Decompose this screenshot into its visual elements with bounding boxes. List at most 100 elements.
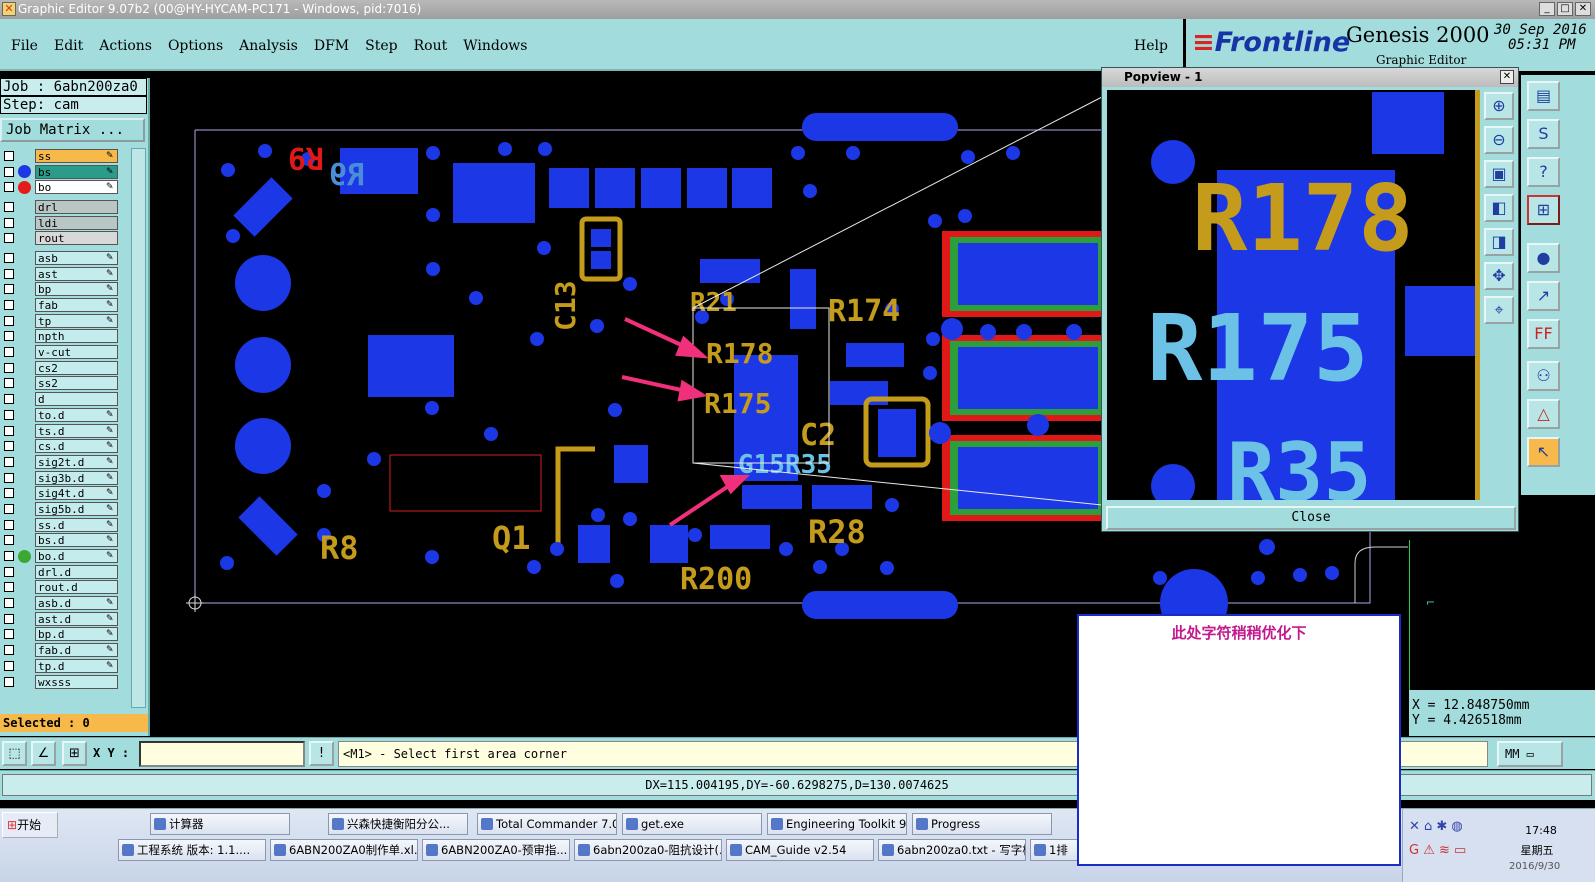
layer-row[interactable]: tp ✎ [2,313,118,329]
layer-row[interactable]: bo.d ✎ [2,548,118,564]
layer-row[interactable]: asb ✎ [2,250,118,266]
tool-ff-icon[interactable]: FF [1527,319,1560,349]
layer-checkbox[interactable] [4,268,14,279]
layer-checkbox[interactable] [4,201,14,212]
tool-graph-icon[interactable]: ⊞ [1527,195,1560,225]
layer-row[interactable]: ss.d ✎ [2,517,118,533]
layer-name[interactable]: rout.d [35,580,118,595]
task-engineering-toolkit[interactable]: Engineering Toolkit 9.... [767,813,907,835]
close-window-button[interactable]: ✕ [1575,2,1591,16]
layer-checkbox[interactable] [4,660,14,671]
layer-checkbox[interactable] [4,394,14,405]
tool-help-icon[interactable]: ? [1527,157,1560,187]
layer-row[interactable]: sig3b.d ✎ [2,470,118,486]
layer-row[interactable]: ss ✎ [2,148,118,164]
layer-checkbox[interactable] [4,456,14,467]
snap-icon[interactable]: ⬚ [2,741,27,766]
menu-help[interactable]: Help [1134,38,1168,54]
layer-row[interactable]: sig2t.d ✎ [2,454,118,470]
popview-close-button[interactable]: Close [1106,506,1516,530]
layer-row[interactable]: ast ✎ [2,266,118,282]
layer-checkbox[interactable] [4,166,14,177]
layer-name[interactable]: ss2 [35,376,118,391]
layer-name[interactable]: npth [35,329,118,344]
task-cam-guide[interactable]: CAM_Guide v2.54 [726,839,874,861]
layer-row[interactable]: rout.d [2,580,118,596]
layer-checkbox[interactable] [4,409,14,420]
layer-checkbox[interactable] [4,629,14,640]
layer-checkbox[interactable] [4,566,14,577]
layer-row[interactable]: cs2 [2,360,118,376]
layer-row[interactable]: tp.d ✎ [2,658,118,674]
pop-zoom-out-icon[interactable]: ⊖ [1484,126,1514,154]
layer-row[interactable]: ss2 [2,376,118,392]
task-progress[interactable]: Progress [912,813,1052,835]
tool-measure-icon[interactable]: ↗ [1527,281,1560,311]
layer-row[interactable]: d [2,391,118,407]
task-wordpad[interactable]: 6abn200za0.txt - 写字板 [878,839,1026,861]
layer-checkbox[interactable] [4,535,14,546]
layer-checkbox[interactable] [4,182,14,193]
layer-checkbox[interactable] [4,645,14,656]
layer-checkbox[interactable] [4,598,14,609]
layer-row[interactable]: bs.d ✎ [2,533,118,549]
layer-name[interactable]: drl.d [35,564,118,579]
popview-canvas[interactable]: R178 R175 R35 [1107,90,1480,500]
layer-name[interactable]: ldi [35,215,118,230]
popview-close-icon[interactable]: ✕ [1500,70,1514,84]
layer-name[interactable]: d [35,392,118,407]
tool-group-icon[interactable]: ⚇ [1527,361,1560,391]
layer-row[interactable]: ast.d ✎ [2,611,118,627]
layer-row[interactable]: v-cut [2,344,118,360]
layer-row[interactable]: fab ✎ [2,297,118,313]
layer-row[interactable]: drl [2,199,118,215]
layer-checkbox[interactable] [4,347,14,358]
tool-wave-icon[interactable]: S [1527,119,1560,149]
layer-checkbox[interactable] [4,582,14,593]
menu-analysis[interactable]: Analysis [239,38,298,54]
menu-windows[interactable]: Windows [463,38,527,54]
layer-checkbox[interactable] [4,300,14,311]
layer-row[interactable]: bp ✎ [2,282,118,298]
job-matrix-button[interactable]: Job Matrix ... [0,118,145,142]
menu-step[interactable]: Step [365,38,397,54]
task-total-commander[interactable]: Total Commander 7.0 ... [477,813,617,835]
task-more[interactable]: 1排 [1030,839,1080,861]
layer-checkbox[interactable] [4,519,14,530]
layer-checkbox[interactable] [4,472,14,483]
tool-cursor-icon[interactable]: ↖ [1527,437,1560,467]
clock-time[interactable]: 17:48 [1511,824,1571,837]
xy-input[interactable] [139,741,305,767]
layer-checkbox[interactable] [4,676,14,687]
task-calculator[interactable]: 计算器 [150,813,290,835]
layer-checkbox[interactable] [4,150,14,161]
menu-file[interactable]: File [11,38,38,54]
menu-options[interactable]: Options [168,38,223,54]
layer-name[interactable]: rout [35,231,118,246]
layer-checkbox[interactable] [4,252,14,263]
layer-scrollbar[interactable] [131,148,146,708]
angle-icon[interactable]: ∠ [31,741,56,766]
menu-dfm[interactable]: DFM [314,38,349,54]
pop-center-icon[interactable]: ⌖ [1484,296,1514,324]
grid-icon[interactable]: ⊞ [62,741,87,766]
menu-edit[interactable]: Edit [54,38,83,54]
layer-checkbox[interactable] [4,425,14,436]
layer-row[interactable]: drl.d [2,564,118,580]
layer-row[interactable]: bp.d ✎ [2,627,118,643]
layer-name[interactable]: wxsss [35,674,118,689]
layer-row[interactable]: sig5b.d ✎ [2,501,118,517]
layer-row[interactable]: ts.d ✎ [2,423,118,439]
start-button[interactable]: ⊞开始 [2,812,58,838]
layer-checkbox[interactable] [4,488,14,499]
tool-pad-icon[interactable]: ● [1527,243,1560,273]
layer-checkbox[interactable] [4,217,14,228]
layer-checkbox[interactable] [4,331,14,342]
layer-row[interactable]: bo ✎ [2,179,118,195]
layer-row[interactable]: fab.d ✎ [2,642,118,658]
pop-fit-icon[interactable]: ▣ [1484,160,1514,188]
layer-name[interactable]: drl [35,199,118,214]
task-get-exe[interactable]: get.exe [622,813,762,835]
layer-row[interactable]: cs.d ✎ [2,438,118,454]
layer-checkbox[interactable] [4,551,14,562]
